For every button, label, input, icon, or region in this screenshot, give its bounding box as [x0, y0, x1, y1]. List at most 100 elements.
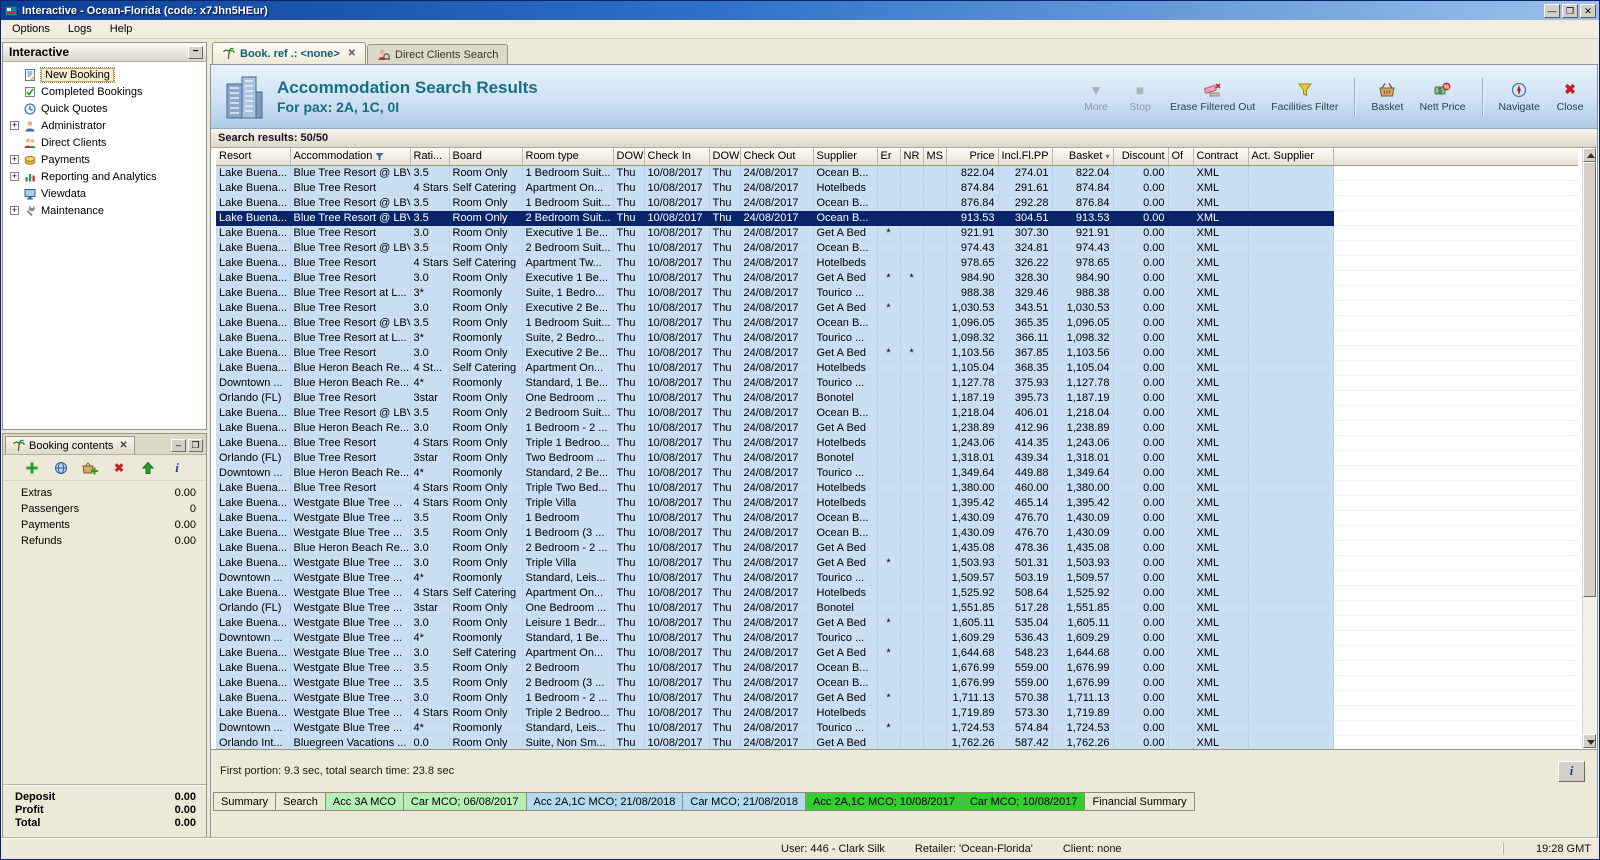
table-row[interactable]: Orlando (FL)Blue Tree Resort3starRoom On…: [216, 390, 1578, 405]
menu-options[interactable]: Options: [3, 21, 59, 37]
booking-maximize-button[interactable]: ❐: [188, 439, 203, 452]
table-row-selected[interactable]: Lake Buena...Blue Tree Resort @ LBV3.5Ro…: [216, 210, 1578, 225]
booking-contents-close-icon[interactable]: ✕: [119, 440, 127, 451]
table-row[interactable]: Lake Buena...Westgate Blue Tree ...4 Sta…: [216, 495, 1578, 510]
column-header-price[interactable]: Price: [946, 148, 998, 165]
maximize-button[interactable]: ❐: [1562, 4, 1578, 18]
menu-help[interactable]: Help: [101, 21, 142, 37]
add-button[interactable]: [22, 458, 42, 478]
sidebar-item-new-booking[interactable]: New Booking: [5, 66, 204, 83]
sidebar-item-viewdata[interactable]: Viewdata: [5, 185, 204, 202]
sidebar-item-quick-quotes[interactable]: Quick Quotes: [5, 100, 204, 117]
basket-button[interactable]: Basket: [1368, 79, 1406, 115]
vertical-scrollbar[interactable]: [1582, 148, 1596, 748]
close-button[interactable]: ✕: [1580, 4, 1596, 18]
tab-book-ref-none[interactable]: Book. ref .: <none>✕: [212, 42, 366, 64]
booking-row-payments[interactable]: Payments0.00: [3, 517, 206, 533]
bottom-tab-search[interactable]: Search: [276, 792, 326, 811]
table-row[interactable]: Lake Buena...Blue Tree Resort at L...3*R…: [216, 285, 1578, 300]
column-header-act-supplier[interactable]: Act. Supplier: [1248, 148, 1333, 165]
column-header-incl-fl-pp[interactable]: Incl.Fl.PP: [998, 148, 1052, 165]
erase-filtered-out-button[interactable]: Erase Filtered Out: [1167, 79, 1258, 115]
table-row[interactable]: Lake Buena...Blue Tree Resort @ LBV3.5Ro…: [216, 315, 1578, 330]
scrollbar-thumb[interactable]: [1583, 162, 1596, 597]
column-header-resort[interactable]: Resort: [216, 148, 290, 165]
minimize-button[interactable]: —: [1544, 4, 1560, 18]
table-row[interactable]: Orlando (FL)Blue Tree Resort3starRoom On…: [216, 450, 1578, 465]
table-row[interactable]: Lake Buena...Westgate Blue Tree ...3.0Ro…: [216, 555, 1578, 570]
bottom-tab-summary[interactable]: Summary: [213, 792, 276, 811]
sidebar-item-payments[interactable]: +Payments: [5, 151, 204, 168]
scroll-down-button[interactable]: [1583, 734, 1596, 748]
collapse-panel-icon[interactable]: −: [188, 46, 203, 59]
column-header-nr[interactable]: NR: [900, 148, 923, 165]
booking-row-passengers[interactable]: Passengers0: [3, 501, 206, 517]
bottom-tab-acc-2a-1c-mco-10-08-2017[interactable]: Acc 2A,1C MCO; 10/08/2017: [806, 792, 963, 811]
sidebar-item-administrator[interactable]: +Administrator: [5, 117, 204, 134]
table-row[interactable]: Lake Buena...Blue Tree Resort4 StarsSelf…: [216, 255, 1578, 270]
promote-button[interactable]: [138, 458, 158, 478]
table-row[interactable]: Lake Buena...Westgate Blue Tree ...4 Sta…: [216, 585, 1578, 600]
menu-logs[interactable]: Logs: [59, 21, 101, 37]
table-row[interactable]: Lake Buena...Westgate Blue Tree ...4 Sta…: [216, 705, 1578, 720]
table-row[interactable]: Lake Buena...Blue Tree Resort4 StarsRoom…: [216, 435, 1578, 450]
sidebar-item-direct-clients[interactable]: Direct Clients: [5, 134, 204, 151]
bottom-tab-car-mco-21-08-2018[interactable]: Car MCO; 21/08/2018: [683, 792, 806, 811]
column-header-contract[interactable]: Contract: [1193, 148, 1248, 165]
column-header-check-out[interactable]: Check Out: [740, 148, 813, 165]
facilities-filter-button[interactable]: Facilities Filter: [1268, 79, 1341, 115]
table-row[interactable]: Lake Buena...Blue Tree Resort3.0Room Onl…: [216, 270, 1578, 285]
table-row[interactable]: Lake Buena...Blue Tree Resort at L...3*R…: [216, 330, 1578, 345]
column-header-discount[interactable]: Discount: [1113, 148, 1168, 165]
column-header-rati[interactable]: Rati...: [410, 148, 449, 165]
navigate-button[interactable]: Navigate: [1496, 79, 1543, 115]
sidebar-item-completed-bookings[interactable]: Completed Bookings: [5, 83, 204, 100]
table-row[interactable]: Lake Buena...Westgate Blue Tree ...3.5Ro…: [216, 675, 1578, 690]
close-button[interactable]: ✖Close: [1553, 79, 1587, 115]
table-row[interactable]: Lake Buena...Blue Tree Resort3.0Room Onl…: [216, 345, 1578, 360]
table-row[interactable]: Downtown ...Blue Heron Beach Re...4*Room…: [216, 465, 1578, 480]
bottom-tab-financial-summary[interactable]: Financial Summary: [1085, 792, 1194, 811]
table-row[interactable]: Lake Buena...Blue Tree Resort @ LBV3.5Ro…: [216, 240, 1578, 255]
table-row[interactable]: Lake Buena...Westgate Blue Tree ...3.5Ro…: [216, 660, 1578, 675]
info-button[interactable]: i: [167, 458, 187, 478]
table-row[interactable]: Downtown ...Westgate Blue Tree ...4*Room…: [216, 570, 1578, 585]
sidebar-item-reporting-and-analytics[interactable]: +Reporting and Analytics: [5, 168, 204, 185]
scroll-up-button[interactable]: [1583, 148, 1596, 162]
expand-icon[interactable]: +: [10, 172, 19, 181]
booking-minimize-button[interactable]: –: [171, 439, 186, 452]
table-row[interactable]: Lake Buena...Blue Tree Resort @ LBV3.5Ro…: [216, 165, 1578, 180]
table-row[interactable]: Lake Buena...Westgate Blue Tree ...3.0Ro…: [216, 690, 1578, 705]
booking-row-extras[interactable]: Extras0.00: [3, 485, 206, 501]
table-row[interactable]: Lake Buena...Blue Heron Beach Re...3.0Ro…: [216, 540, 1578, 555]
column-header-dow[interactable]: DOW: [709, 148, 740, 165]
nett-price-button[interactable]: $%Nett Price: [1416, 79, 1468, 115]
column-header-dow[interactable]: DOW: [613, 148, 644, 165]
column-header-er[interactable]: Er: [877, 148, 900, 165]
table-row[interactable]: Downtown ...Westgate Blue Tree ...4*Room…: [216, 720, 1578, 735]
bottom-tab-car-mco-10-08-2017[interactable]: Car MCO; 10/08/2017: [963, 792, 1086, 811]
bottom-tab-acc-3a-mco[interactable]: Acc 3A MCO: [326, 792, 404, 811]
column-header-basket[interactable]: Basket▾: [1052, 148, 1113, 165]
table-row[interactable]: Lake Buena...Westgate Blue Tree ...3.5Ro…: [216, 510, 1578, 525]
column-header-supplier[interactable]: Supplier: [813, 148, 877, 165]
expand-icon[interactable]: +: [10, 206, 19, 215]
tab-direct-clients-search[interactable]: Direct Clients Search: [367, 44, 508, 64]
bottom-tab-car-mco-06-08-2017[interactable]: Car MCO; 06/08/2017: [404, 792, 527, 811]
sidebar-item-maintenance[interactable]: +Maintenance: [5, 202, 204, 219]
booking-row-refunds[interactable]: Refunds0.00: [3, 533, 206, 549]
column-header-room-type[interactable]: Room type: [522, 148, 613, 165]
table-row[interactable]: Downtown ...Westgate Blue Tree ...4*Room…: [216, 630, 1578, 645]
table-row[interactable]: Lake Buena...Blue Tree Resort4 StarsRoom…: [216, 480, 1578, 495]
table-row[interactable]: Lake Buena...Westgate Blue Tree ...3.0Se…: [216, 645, 1578, 660]
column-header-ms[interactable]: MS: [923, 148, 946, 165]
delete-button[interactable]: ✖: [109, 458, 129, 478]
table-row[interactable]: Lake Buena...Blue Heron Beach Re...4 St.…: [216, 360, 1578, 375]
column-header-of[interactable]: Of: [1168, 148, 1193, 165]
bottom-tab-acc-2a-1c-mco-21-08-2018[interactable]: Acc 2A,1C MCO; 21/08/2018: [527, 792, 684, 811]
table-row[interactable]: Lake Buena...Blue Heron Beach Re...3.0Ro…: [216, 420, 1578, 435]
basket-add-button[interactable]: [80, 458, 100, 478]
table-row[interactable]: Lake Buena...Blue Tree Resort3.0Room Onl…: [216, 300, 1578, 315]
expand-icon[interactable]: +: [10, 121, 19, 130]
info-button[interactable]: i: [1558, 761, 1585, 782]
